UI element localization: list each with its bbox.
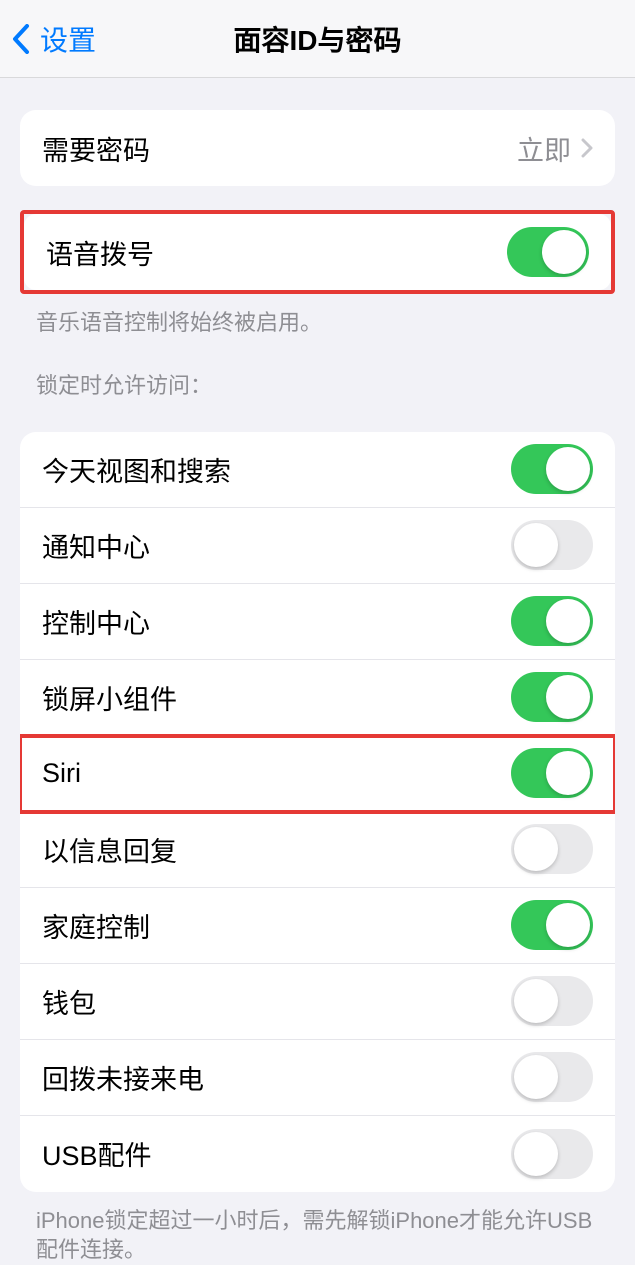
lock-access-row: 家庭控制	[20, 888, 615, 964]
lock-access-toggle[interactable]	[511, 596, 593, 646]
voice-dial-toggle[interactable]	[507, 227, 589, 277]
lock-access-toggle[interactable]	[511, 444, 593, 494]
voice-dial-group: 语音拨号	[24, 214, 611, 290]
lock-access-row: 通知中心	[20, 508, 615, 584]
lock-access-item-label: 家庭控制	[42, 906, 150, 945]
voice-dial-footer: 音乐语音控制将始终被启用。	[0, 294, 635, 338]
lock-access-item-label: Siri	[42, 758, 81, 789]
content: 需要密码 立即 语音拨号 音乐语音控制将始终被启用。 锁定时允许访问： 今天视图…	[0, 110, 635, 1265]
chevron-left-icon	[12, 24, 30, 54]
lock-access-row: 今天视图和搜索	[20, 432, 615, 508]
lock-access-item-label: USB配件	[42, 1134, 152, 1173]
lock-access-toggle[interactable]	[511, 520, 593, 570]
lock-access-toggle[interactable]	[511, 976, 593, 1026]
voice-dial-highlight: 语音拨号	[20, 210, 615, 294]
back-label: 设置	[40, 19, 96, 59]
lock-access-item-label: 钱包	[42, 982, 96, 1021]
require-passcode-row[interactable]: 需要密码 立即	[20, 110, 615, 186]
lock-access-toggle[interactable]	[511, 672, 593, 722]
page-title: 面容ID与密码	[233, 19, 401, 59]
navbar: 设置 面容ID与密码	[0, 0, 635, 78]
lock-access-row: 回拨未接来电	[20, 1040, 615, 1116]
lock-access-row: 控制中心	[20, 584, 615, 660]
lock-access-toggle[interactable]	[511, 824, 593, 874]
lock-access-item-label: 锁屏小组件	[42, 678, 177, 717]
lock-access-item-label: 控制中心	[42, 602, 150, 641]
lock-access-item-label: 以信息回复	[42, 830, 177, 869]
lock-access-row: 以信息回复	[20, 812, 615, 888]
back-button[interactable]: 设置	[12, 19, 96, 59]
lock-access-row: USB配件	[20, 1116, 615, 1192]
lock-access-header: 锁定时允许访问：	[0, 338, 635, 408]
lock-access-toggle[interactable]	[511, 748, 593, 798]
require-passcode-group: 需要密码 立即	[20, 110, 615, 186]
lock-access-item-label: 今天视图和搜索	[42, 450, 231, 489]
lock-access-toggle[interactable]	[511, 900, 593, 950]
voice-dial-row: 语音拨号	[24, 214, 611, 290]
lock-access-footer: iPhone锁定超过一小时后，需先解锁iPhone才能允许USB配件连接。	[0, 1192, 635, 1265]
lock-access-row: 锁屏小组件	[20, 660, 615, 736]
lock-access-item-label: 回拨未接来电	[42, 1058, 204, 1097]
lock-access-toggle[interactable]	[511, 1052, 593, 1102]
chevron-right-icon	[581, 138, 593, 158]
lock-access-row: Siri	[20, 736, 615, 812]
voice-dial-label: 语音拨号	[46, 233, 154, 272]
lock-access-toggle[interactable]	[511, 1129, 593, 1179]
lock-access-row: 钱包	[20, 964, 615, 1040]
require-passcode-label: 需要密码	[42, 129, 150, 168]
lock-access-item-label: 通知中心	[42, 526, 150, 565]
lock-access-group: 今天视图和搜索通知中心控制中心锁屏小组件 Siri 以信息回复家庭控制钱包回拨未接来…	[20, 432, 615, 1192]
require-passcode-value: 立即	[517, 129, 593, 168]
